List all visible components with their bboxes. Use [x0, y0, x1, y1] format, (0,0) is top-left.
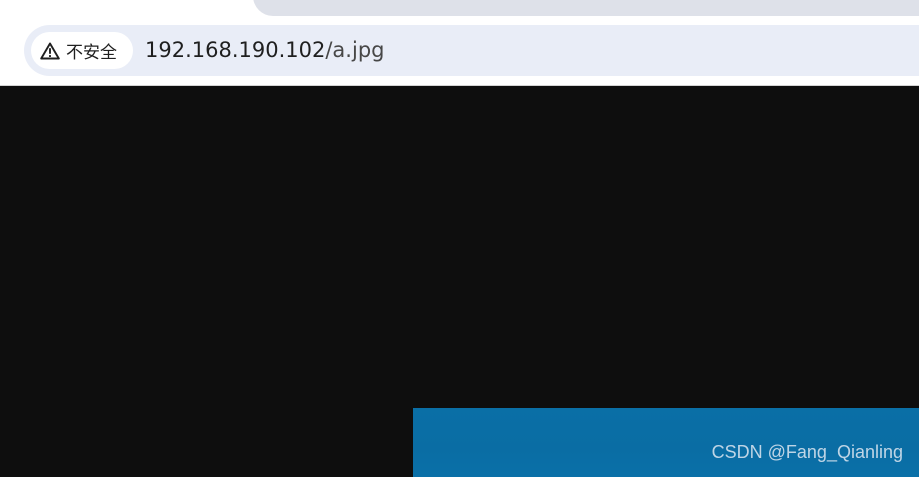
tab-strip	[253, 0, 919, 16]
image-viewer: CSDN @Fang_Qianling	[0, 86, 919, 477]
warning-triangle-icon	[39, 41, 61, 61]
url-host: 192.168.190.102	[145, 38, 326, 62]
url-text[interactable]: 192.168.190.102/a.jpg	[145, 36, 384, 64]
security-label: 不安全	[66, 43, 117, 63]
security-indicator-button[interactable]: 不安全	[31, 32, 133, 69]
url-path: /a.jpg	[325, 38, 385, 62]
browser-chrome: 不安全 192.168.190.102/a.jpg	[0, 0, 919, 86]
watermark: CSDN @Fang_Qianling	[711, 442, 903, 462]
